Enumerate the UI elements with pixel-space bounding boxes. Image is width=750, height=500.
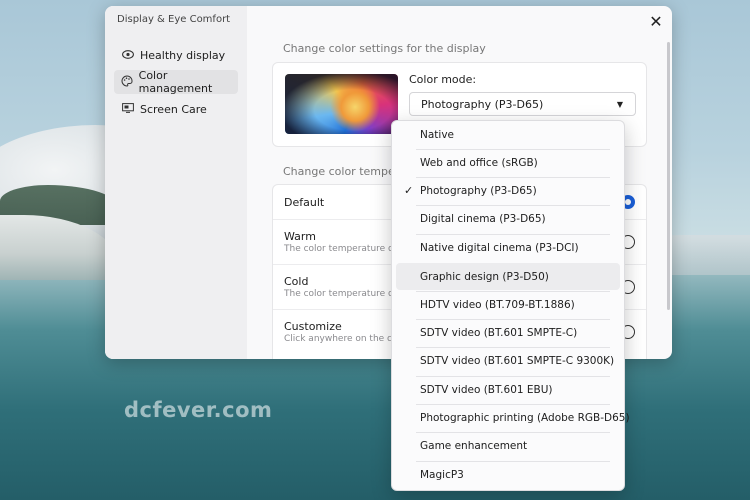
sidebar-item-label: Healthy display [140,48,226,62]
temperature-option-name: Customize [284,320,342,333]
dropdown-item-native[interactable]: Native [396,121,620,148]
sidebar-item-healthy-display[interactable]: Healthy display [114,43,238,67]
temperature-option-name: Cold [284,275,309,288]
dropdown-item-photography[interactable]: ✓ Photography (P3-D65) [396,177,620,204]
dropdown-item-sdtv-smpte-c[interactable]: SDTV video (BT.601 SMPTE-C) [396,319,620,346]
eye-icon [117,49,139,62]
dropdown-item-sdtv-smpte-c-9300k[interactable]: SDTV video (BT.601 SMPTE-C 9300K) [396,347,620,374]
dropdown-item-graphic-design[interactable]: Graphic design (P3-D50) [396,263,620,290]
chevron-down-icon: ▼ [616,99,623,109]
dropdown-item-label: Game enhancement [420,439,528,452]
sidebar: Display & Eye Comfort Healthy display Co… [105,6,247,359]
dropdown-item-label: SDTV video (BT.601 EBU) [420,383,553,396]
dropdown-item-digital-cinema[interactable]: Digital cinema (P3-D65) [396,205,620,232]
color-settings-section-title: Change color settings for the display [283,42,486,55]
dropdown-item-native-digital-cinema[interactable]: Native digital cinema (P3-DCI) [396,234,620,261]
dropdown-item-magicp3[interactable]: MagicP3 [396,461,620,488]
watermark: dcfever.com [124,398,273,422]
palette-icon [117,74,138,90]
scrollbar[interactable] [667,42,670,310]
dropdown-item-game-enhancement[interactable]: Game enhancement [396,432,620,459]
sidebar-item-label: Color management [138,69,213,95]
temperature-option-name: Warm [284,230,316,243]
dropdown-item-label: Photographic printing (Adobe RGB-D65) [420,411,630,424]
dropdown-item-label: Native [420,128,454,141]
color-preview-image [285,74,398,134]
dropdown-item-label: Native digital cinema (P3-DCI) [420,241,579,254]
dropdown-item-label: Digital cinema (P3-D65) [420,212,546,225]
sidebar-item-color-management[interactable]: Color management [114,69,238,95]
dropdown-item-label: HDTV video (BT.709-BT.1886) [420,298,575,311]
color-mode-select[interactable]: Photography (P3-D65) ▼ [409,92,636,116]
app-title: Display & Eye Comfort [117,14,231,25]
sidebar-item-label: Screen Care [140,102,207,116]
color-mode-dropdown: Native Web and office (sRGB) ✓ Photograp… [391,120,630,491]
dropdown-item-sdtv-ebu[interactable]: SDTV video (BT.601 EBU) [396,376,620,403]
dropdown-item-hdtv-video[interactable]: HDTV video (BT.709-BT.1886) [396,291,620,318]
dropdown-item-label: SDTV video (BT.601 SMPTE-C) [420,326,578,339]
dropdown-item-label: Photography (P3-D65) [420,184,537,197]
dropdown-item-photographic-printing[interactable]: Photographic printing (Adobe RGB-D65) [396,404,630,431]
dropdown-item-web-office[interactable]: Web and office (sRGB) [396,149,620,176]
sidebar-item-screen-care[interactable]: Screen Care [114,97,238,121]
dropdown-item-label: MagicP3 [420,468,464,481]
dropdown-item-label: Web and office (sRGB) [420,156,538,169]
monitor-icon [117,102,139,116]
color-mode-label: Color mode: [409,73,477,86]
checkmark-icon: ✓ [404,184,414,197]
dropdown-item-label: SDTV video (BT.601 SMPTE-C 9300K) [420,354,615,367]
color-mode-value: Photography (P3-D65) [421,97,544,111]
dropdown-item-label: Graphic design (P3-D50) [420,270,549,283]
temperature-option-name: Default [284,196,325,209]
